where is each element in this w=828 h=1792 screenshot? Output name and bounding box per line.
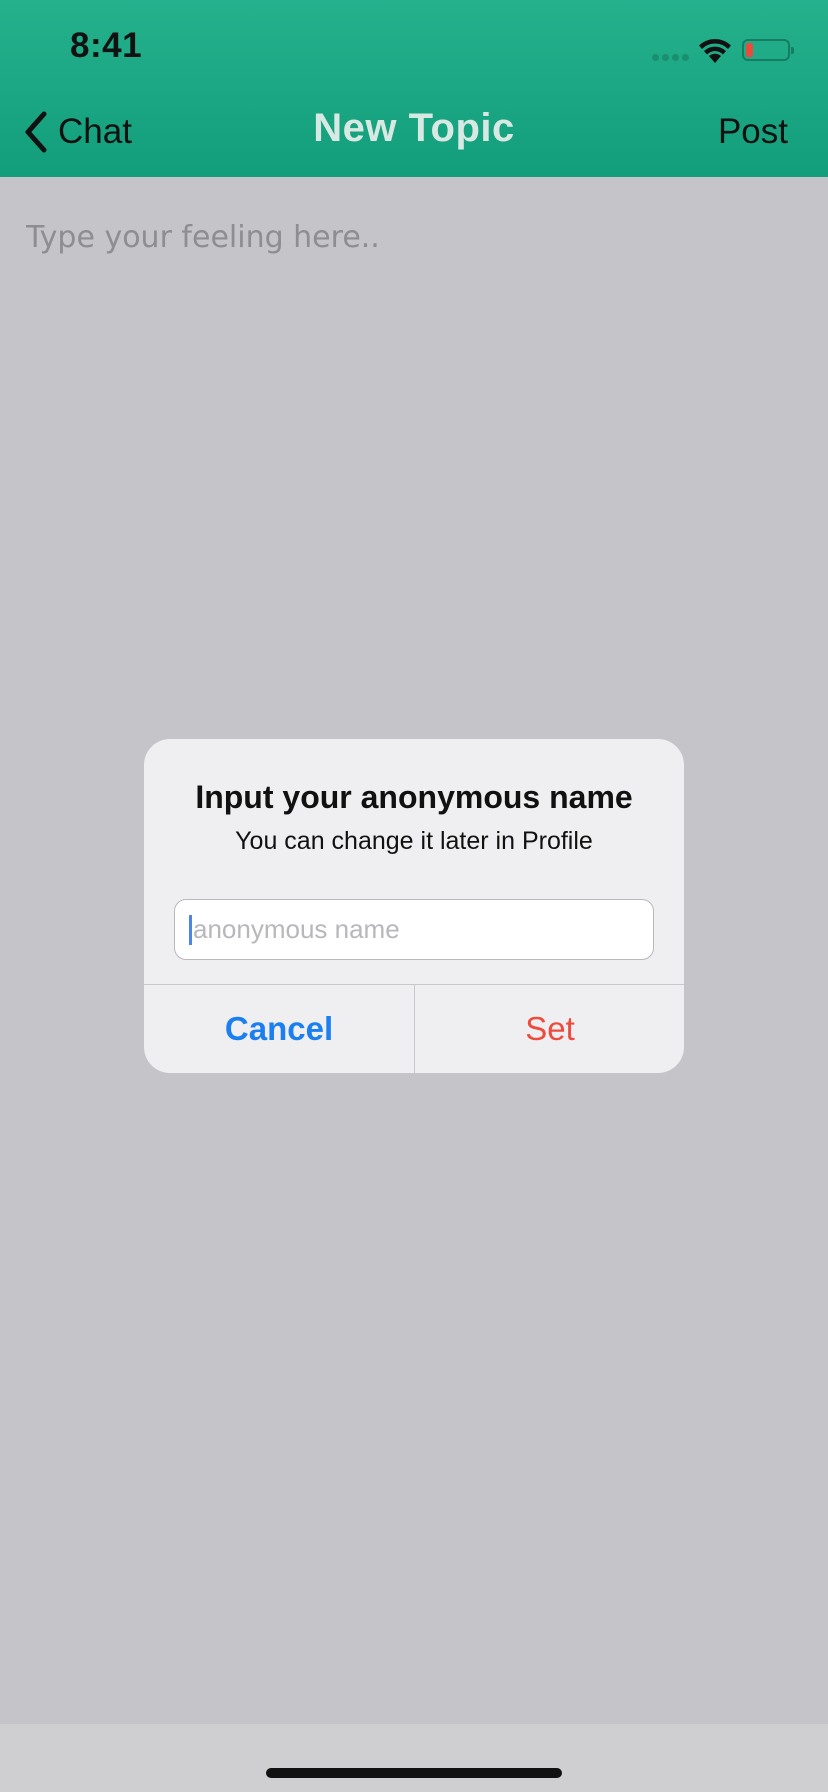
dialog-title: Input your anonymous name	[195, 779, 633, 815]
dialog-message: You can change it later in Profile	[235, 827, 593, 855]
page-title: New Topic	[313, 106, 515, 150]
bottom-bar	[0, 1724, 828, 1792]
post-button[interactable]: Post	[718, 112, 788, 152]
anonymous-name-dialog: Input your anonymous name You can change…	[144, 739, 684, 1073]
wifi-icon	[699, 39, 731, 63]
status-time: 8:41	[70, 26, 143, 65]
cancel-button[interactable]: Cancel	[144, 985, 414, 1073]
app-header: 8:41 Chat New Topic Post	[0, 0, 828, 177]
feeling-input[interactable]	[26, 212, 806, 262]
set-button[interactable]: Set	[415, 985, 684, 1073]
anonymous-name-input[interactable]	[193, 909, 633, 950]
battery-icon	[742, 39, 794, 61]
cellular-signal-icon	[652, 52, 692, 62]
battery-level	[746, 43, 753, 57]
home-indicator[interactable]	[266, 1768, 562, 1778]
anonymous-name-field[interactable]	[174, 899, 654, 960]
text-cursor	[189, 914, 192, 945]
